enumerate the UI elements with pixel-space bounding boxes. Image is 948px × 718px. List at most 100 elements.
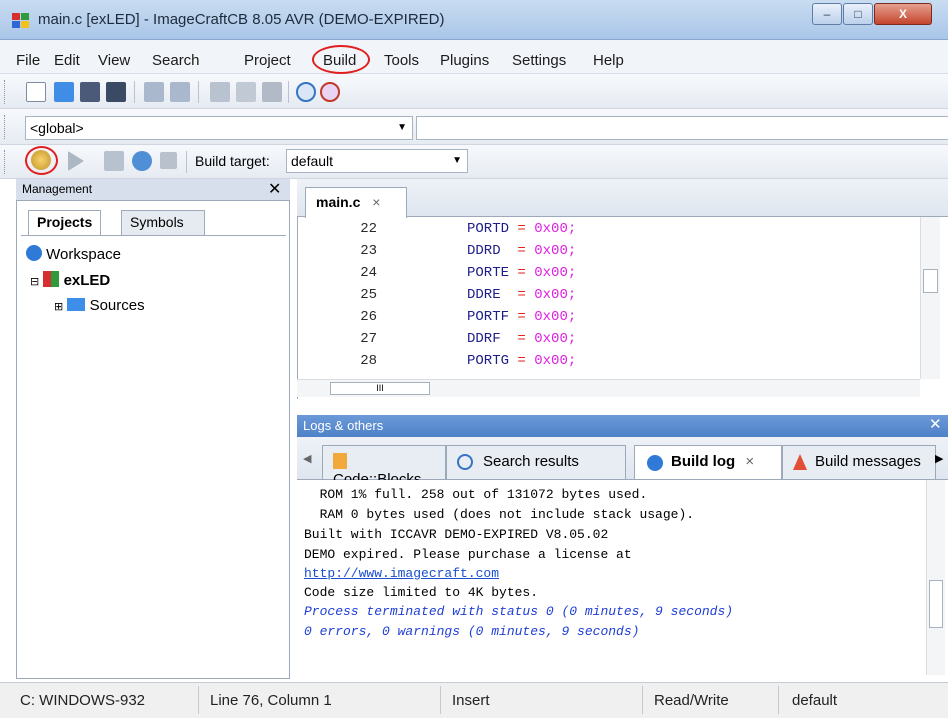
minimize-button[interactable]: – (812, 3, 842, 25)
code-line[interactable]: 22 PORTD = 0x00; (297, 221, 927, 243)
menu-file[interactable]: File (16, 52, 40, 69)
folder-icon (67, 298, 86, 311)
log-line: RAM 0 bytes used (does not include stack… (304, 507, 695, 522)
log-summary-line: 0 errors, 0 warnings (0 minutes, 9 secon… (304, 624, 640, 639)
build-target-combo[interactable]: default ▼ (286, 149, 468, 173)
code-value: 0x00; (534, 287, 577, 303)
line-number: 22 (360, 221, 377, 237)
editor-tab-main-c[interactable]: main.c × (305, 187, 407, 218)
menu-tools[interactable]: Tools (384, 52, 419, 69)
menu-edit[interactable]: Edit (54, 52, 80, 69)
pin-icon (793, 454, 807, 470)
new-file-icon[interactable] (26, 82, 46, 102)
code-value: 0x00; (534, 265, 577, 281)
menu-plugins[interactable]: Plugins (440, 52, 489, 69)
tree-sources[interactable]: ⊞ Sources (54, 297, 145, 314)
line-number: 23 (360, 243, 377, 259)
logs-panel-title: Logs & others (297, 415, 948, 437)
abort-icon[interactable] (160, 152, 177, 169)
rebuild-icon[interactable] (132, 151, 152, 171)
menu-help[interactable]: Help (593, 52, 624, 69)
build-highlight-ring (312, 45, 370, 74)
build-target-label: Build target: (195, 153, 270, 169)
tab-label: Build messages (815, 453, 921, 470)
cut-icon[interactable] (210, 82, 230, 102)
tab-build-log[interactable]: Build log × (634, 445, 782, 479)
tab-divider (21, 235, 286, 236)
scroll-thumb[interactable] (923, 269, 938, 293)
build-run-icon[interactable] (104, 151, 124, 171)
menu-search[interactable]: Search (152, 52, 200, 69)
codeblocks-icon (333, 453, 347, 469)
code-value: 0x00; (534, 221, 577, 237)
redo-icon[interactable] (170, 82, 190, 102)
tab-build-messages[interactable]: Build messages (782, 445, 936, 479)
scroll-thumb[interactable]: III (330, 382, 430, 395)
menu-view[interactable]: View (98, 52, 130, 69)
line-number: 27 (360, 331, 377, 347)
status-encoding: C: WINDOWS-932 (20, 692, 146, 709)
window-title: main.c [exLED] - ImageCraftCB 8.05 AVR (… (38, 11, 445, 28)
maximize-button[interactable]: □ (843, 3, 873, 25)
code-line[interactable]: 25 DDRE = 0x00; (297, 287, 927, 309)
tab-projects[interactable]: Projects (28, 210, 102, 236)
function-combo[interactable] (416, 116, 948, 140)
status-access: Read/Write (654, 692, 729, 709)
log-status-line: Process terminated with status 0 (0 minu… (304, 604, 734, 619)
close-tab-icon[interactable]: × (372, 194, 380, 210)
editor-tab-label: main.c (316, 194, 361, 210)
replace-icon[interactable] (320, 82, 340, 102)
code-register: PORTE (467, 265, 510, 281)
save-icon[interactable] (80, 82, 100, 102)
workspace-label: Workspace (46, 246, 121, 263)
logs-close-icon[interactable]: ✕ (929, 415, 942, 433)
paste-icon[interactable] (262, 82, 282, 102)
code-register: DDRE (467, 287, 510, 303)
line-number: 26 (360, 309, 377, 325)
code-value: 0x00; (534, 243, 577, 259)
open-file-icon[interactable] (54, 82, 74, 102)
chevron-down-icon: ▼ (397, 122, 407, 133)
project-label: exLED (63, 272, 111, 289)
find-icon[interactable] (296, 82, 316, 102)
code-line[interactable]: 27 DDRF = 0x00; (297, 331, 927, 353)
line-number: 28 (360, 353, 377, 369)
scope-combo[interactable]: <global> ▼ (25, 116, 413, 140)
save-all-icon[interactable] (106, 82, 126, 102)
app-icon (12, 13, 30, 29)
tab-codeblocks[interactable]: Code::Blocks (322, 445, 446, 488)
log-link[interactable]: http://www.imagecraft.com (304, 566, 499, 586)
tree-project[interactable]: ⊟ exLED (30, 271, 110, 289)
tree-workspace[interactable]: Workspace (26, 245, 121, 263)
menu-settings[interactable]: Settings (512, 52, 566, 69)
status-mode: Insert (452, 692, 490, 709)
code-line[interactable]: 23 DDRD = 0x00; (297, 243, 927, 265)
tab-symbols[interactable]: Symbols (121, 210, 205, 236)
tab-search-results[interactable]: Search results (446, 445, 626, 479)
code-line[interactable]: 24 PORTE = 0x00; (297, 265, 927, 287)
status-profile: default (792, 692, 838, 709)
workspace-icon (26, 245, 42, 261)
management-title: Management (16, 179, 290, 201)
undo-icon[interactable] (144, 82, 164, 102)
close-button[interactable]: X (874, 3, 932, 25)
build-log-icon (647, 455, 663, 471)
tab-scroll-right-icon[interactable]: ▶ (935, 452, 943, 465)
tab-scroll-left-icon[interactable]: ◀ (303, 452, 311, 465)
code-line[interactable]: 28 PORTG = 0x00; (297, 353, 927, 375)
build-target-value: default (291, 153, 334, 169)
log-line: Built with ICCAVR DEMO-EXPIRED V8.05.02 (304, 527, 609, 542)
close-tab-icon[interactable]: × (745, 453, 754, 470)
sources-label: Sources (89, 297, 145, 314)
log-line: Code size limited to 4K bytes. (304, 585, 539, 600)
editor-vertical-scrollbar[interactable] (920, 217, 940, 379)
management-close-icon[interactable]: ✕ (268, 179, 281, 199)
menu-project[interactable]: Project (244, 52, 291, 69)
logs-vertical-scrollbar[interactable] (926, 480, 945, 675)
code-line[interactable]: 26 PORTF = 0x00; (297, 309, 927, 331)
editor-horizontal-scrollbar[interactable]: III (297, 379, 920, 397)
scroll-thumb[interactable] (929, 580, 943, 628)
search-icon (457, 454, 473, 470)
copy-icon[interactable] (236, 82, 256, 102)
collapse-icon: ⊟ (30, 276, 40, 288)
